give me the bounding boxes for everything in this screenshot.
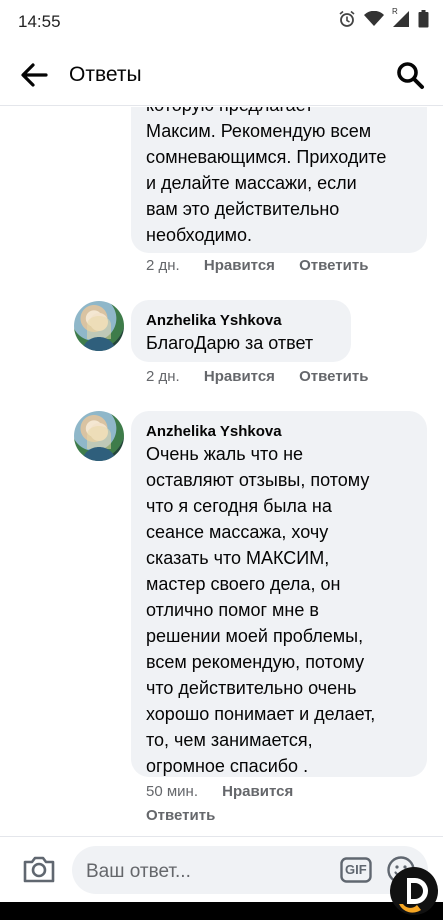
comment-line: всем рекомендую, потому bbox=[146, 652, 365, 672]
comment-author[interactable]: Anzhelika Yshkova bbox=[146, 422, 282, 442]
gif-label: GIF bbox=[345, 862, 367, 877]
comment-line: необходимо. bbox=[146, 225, 253, 245]
comment-bubble: которую предлагает Максим. Рекомендую вс… bbox=[131, 107, 427, 253]
comment-line: что я сегодня была на bbox=[146, 496, 332, 516]
wifi-icon bbox=[364, 11, 384, 27]
search-button[interactable] bbox=[395, 60, 425, 90]
comment-line: мастер своего дела, он bbox=[146, 574, 341, 594]
comment-line: Максим. Рекомендую всем bbox=[146, 121, 372, 141]
status-icons: R bbox=[338, 7, 429, 28]
logo-badge bbox=[389, 866, 439, 916]
comment-line: Очень жаль что не bbox=[146, 444, 304, 464]
comment-line: сомневающимся. Приходите bbox=[146, 147, 387, 167]
avatar[interactable] bbox=[74, 301, 124, 351]
comment-line: отлично помог мне в bbox=[146, 600, 319, 620]
network-label: R bbox=[392, 7, 398, 16]
status-time: 14:55 bbox=[18, 12, 61, 31]
arrow-left-icon bbox=[21, 63, 48, 87]
comment-line: огромное спасибо . bbox=[146, 756, 309, 776]
page-title: Ответы bbox=[69, 63, 142, 86]
like-button[interactable]: Нравится bbox=[204, 257, 275, 274]
comment-meta: 50 мин. Нравится Ответить bbox=[146, 780, 386, 828]
signal-icon: R bbox=[392, 7, 410, 28]
like-button[interactable]: Нравится bbox=[222, 783, 293, 800]
comment-meta: 2 дн. Нравится Ответить bbox=[146, 368, 388, 385]
comment-author[interactable]: Anzhelika Yshkova bbox=[146, 311, 282, 331]
back-button[interactable] bbox=[20, 62, 48, 88]
comment-line: оставляют отзывы, потому bbox=[146, 470, 370, 490]
comment-meta: 2 дн. Нравится Ответить bbox=[146, 257, 388, 274]
battery-icon bbox=[418, 10, 429, 28]
search-icon bbox=[397, 62, 424, 89]
comment-line: сеансе массажа, хочу bbox=[146, 522, 329, 542]
reply-button[interactable]: Ответить bbox=[146, 807, 215, 824]
status-bar: 14:55 R bbox=[0, 0, 443, 44]
comment-text: БлагоДарю за ответ bbox=[146, 330, 313, 356]
system-nav-bar bbox=[0, 902, 443, 920]
comment-text: Очень жаль что не оставляют отзывы, пото… bbox=[146, 441, 375, 779]
avatar[interactable] bbox=[74, 411, 124, 461]
comment-time: 50 мин. bbox=[146, 783, 198, 800]
comment-line: сказать что МАКСИМ, bbox=[146, 548, 330, 568]
comment-thread[interactable]: которую предлагает Максим. Рекомендую вс… bbox=[0, 107, 443, 835]
comment-bubble: Anzhelika Yshkova БлагоДарю за ответ bbox=[131, 300, 351, 362]
camera-icon bbox=[23, 856, 55, 883]
comment-line: и делайте массажи, если bbox=[146, 173, 357, 193]
comment-line: то, чем занимается, bbox=[146, 730, 313, 750]
comment-line: что действительно очень bbox=[146, 678, 357, 698]
comment-line: БлагоДарю за ответ bbox=[146, 333, 314, 353]
comment-line: вам это действительно bbox=[146, 199, 340, 219]
camera-button[interactable] bbox=[22, 853, 56, 885]
comment-line: решении моей проблемы, bbox=[146, 626, 364, 646]
comment-time: 2 дн. bbox=[146, 368, 180, 385]
reply-composer: Ваш ответ... GIF bbox=[0, 836, 443, 902]
comment-time: 2 дн. bbox=[146, 257, 180, 274]
like-button[interactable]: Нравится bbox=[204, 368, 275, 385]
comment-line: которую предлагает bbox=[146, 107, 386, 118]
comment-text: которую предлагает Максим. Рекомендую вс… bbox=[146, 107, 386, 248]
logo-icon bbox=[390, 867, 438, 915]
comment-line: хорошо понимает и делает, bbox=[146, 704, 376, 724]
comment-bubble: Anzhelika Yshkova Очень жаль что не оста… bbox=[131, 411, 427, 777]
reply-button[interactable]: Ответить bbox=[299, 368, 368, 385]
reply-button[interactable]: Ответить bbox=[299, 257, 368, 274]
reply-input[interactable] bbox=[72, 846, 428, 894]
alarm-icon bbox=[338, 10, 356, 28]
gif-button[interactable]: GIF bbox=[340, 857, 372, 883]
app-bar: Ответы bbox=[0, 44, 443, 106]
